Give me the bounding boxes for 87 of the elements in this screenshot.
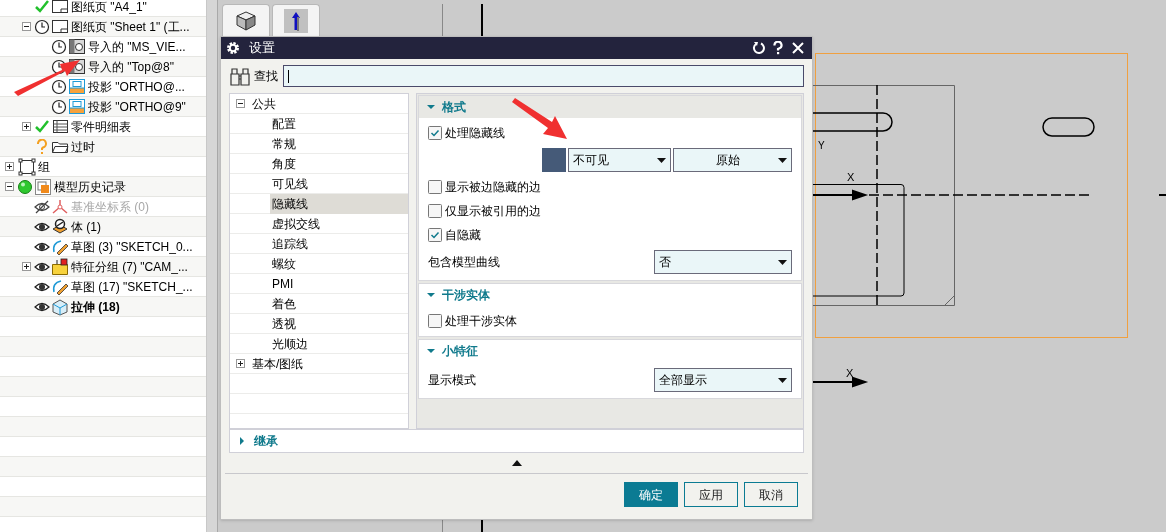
dropdown[interactable]: 不可见 [568,148,671,172]
caret-icon [778,157,787,163]
dialog-button[interactable]: 应用 [684,482,738,507]
checkbox-label: 显示被边隐藏的边 [445,179,541,196]
help-icon[interactable] [772,41,784,55]
category-item[interactable]: PMI [270,273,296,294]
checkbox[interactable] [428,126,442,140]
checkbox[interactable] [428,228,442,242]
field-label: 包含模型曲线 [428,254,501,271]
category-item[interactable]: 着色 [270,293,298,314]
dropdown[interactable]: 否 [654,250,792,274]
caret-icon[interactable] [427,347,435,355]
slot-outline [1042,117,1095,137]
tree-item[interactable]: 导入的 "MS_VIE... [88,37,186,56]
close-icon[interactable] [792,42,804,54]
axis-arrow [813,190,869,200]
checkbox[interactable] [428,204,442,218]
expand-icon[interactable] [22,122,31,131]
expand-icon[interactable] [22,262,31,271]
caret-icon[interactable] [427,103,435,111]
checkbox-label: 仅显示被引用的边 [445,203,541,220]
category-item[interactable]: 角度 [270,153,298,174]
block-icon [51,297,69,316]
axis-label: Y [818,140,825,151]
scrollbar[interactable] [207,0,218,532]
collapse-icon[interactable] [5,182,14,191]
collapse-icon[interactable] [22,22,31,31]
category-item[interactable]: 虚拟交线 [270,213,322,234]
folder-icon [51,257,69,276]
collapse-arrow-icon[interactable] [511,460,522,466]
annotation-arrow [512,98,567,139]
field-label: 显示模式 [428,372,477,389]
checkbox-label: 处理干涉实体 [445,313,517,330]
checkbox-label: 自隐藏 [445,227,481,244]
category-item[interactable]: 常规 [270,133,298,154]
category-item[interactable]: 追踪线 [270,233,310,254]
dialog-title: 设置 [249,39,275,58]
tree-item[interactable]: 投影 "ORTHO@... [88,77,185,96]
category-item[interactable]: 螺纹 [270,253,298,274]
annotation-arrow [14,60,80,96]
expand-icon[interactable] [236,359,245,368]
ball-icon [17,178,33,195]
section-header[interactable]: 格式 [419,96,801,118]
collapse-icon[interactable] [236,99,245,108]
category-item[interactable]: 基本/图纸 [252,354,304,373]
settings-icon [226,41,240,55]
dialog-button[interactable]: 取消 [744,482,798,507]
view-tab[interactable] [272,4,320,36]
tree-item[interactable]: 草图 (3) "SKETCH_0... [71,237,193,256]
section-header[interactable]: 继承 [229,429,804,453]
category-item[interactable]: 可见线 [270,173,310,194]
find-field[interactable] [283,65,804,87]
view-tab[interactable] [222,4,270,36]
checkbox-label: 处理隐藏线 [445,125,505,142]
sketch-icon [51,237,69,256]
dialog-button[interactable]: 确定 [624,482,678,507]
tree-item[interactable]: 图纸页 "A4_1" [71,0,147,16]
binoculars-icon [229,65,251,87]
category-item[interactable]: 隐藏线 [270,193,408,214]
tree-item[interactable]: 零件明细表 [71,117,131,136]
tree-item[interactable]: 体 (1) [71,217,101,236]
category-item[interactable]: 光顺边 [270,333,310,354]
caret-icon [778,259,787,265]
edge-line [1158,194,1166,196]
expand-icon[interactable] [5,162,14,171]
tree-item[interactable]: 组 [38,157,50,176]
tree-item[interactable]: 过时 [71,137,95,156]
caret-icon[interactable] [238,437,246,445]
sketch-icon [51,277,69,296]
dropdown[interactable]: 原始 [673,148,792,172]
axis-label: X [847,171,855,183]
category-item[interactable]: 透视 [270,313,298,334]
caret-icon [778,377,787,383]
checkbox[interactable] [428,180,442,194]
axis-label: X [846,367,854,379]
checkbox[interactable] [428,314,442,328]
axis-arrow [813,377,869,387]
tree-item[interactable]: 草图 (17) "SKETCH_... [71,277,193,296]
category-item[interactable]: 配置 [270,113,298,134]
color-swatch[interactable] [542,148,566,172]
category-item[interactable]: 公共 [252,94,276,113]
find-label: 查找 [254,68,278,85]
dropdown[interactable]: 全部显示 [654,368,792,392]
caret-icon[interactable] [427,291,435,299]
question-icon [34,138,50,155]
caret-icon [657,157,666,163]
reset-icon[interactable] [752,41,766,55]
